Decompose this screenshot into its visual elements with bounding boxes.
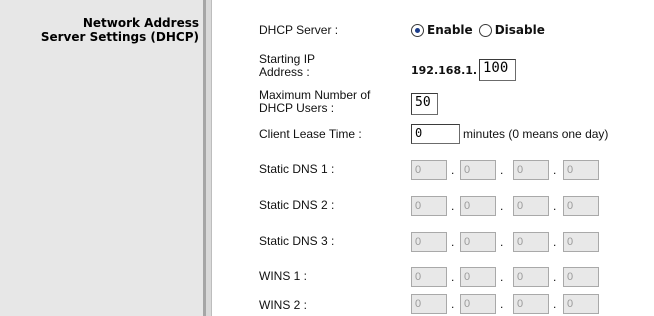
static-dns-2-octet[interactable]: 0: [460, 196, 496, 216]
static-dns-1-octet[interactable]: 0: [563, 160, 599, 180]
wins-1-octet[interactable]: 0: [411, 267, 447, 287]
static-dns-2-octet[interactable]: 0: [411, 196, 447, 216]
wins-2-label: WINS 2 :: [259, 298, 308, 312]
dot-separator: .: [553, 270, 557, 284]
section-title: Network Address Server Settings (DHCP): [41, 16, 199, 44]
max-users-label-line2: DHCP Users :: [259, 101, 335, 115]
lease-time-input[interactable]: 0: [411, 124, 460, 144]
static-dns-2-label: Static DNS 2 :: [259, 198, 335, 212]
wins-1-label: WINS 1 :: [259, 269, 308, 283]
starting-ip-prefix: 192.168.1.: [411, 64, 478, 77]
disable-radio-label[interactable]: Disable: [495, 23, 545, 37]
max-users-label: Maximum Number of DHCP Users :: [259, 89, 370, 115]
starting-ip-input[interactable]: 100: [479, 59, 516, 81]
disable-radio[interactable]: [478, 23, 492, 37]
section-title-line1: Network Address: [82, 16, 199, 30]
static-dns-1-label: Static DNS 1 :: [259, 162, 335, 176]
wins-1-octet[interactable]: 0: [460, 267, 496, 287]
dot-separator: .: [500, 297, 504, 311]
dot-separator: .: [553, 199, 557, 213]
static-dns-1-octet[interactable]: 0: [411, 160, 447, 180]
dot-separator: .: [451, 235, 455, 249]
static-dns-1-octet[interactable]: 0: [513, 160, 549, 180]
dot-separator: .: [451, 199, 455, 213]
static-dns-3-label: Static DNS 3 :: [259, 234, 335, 248]
starting-ip-label-line2: Address :: [259, 65, 310, 79]
dot-separator: .: [553, 297, 557, 311]
dot-separator: .: [553, 235, 557, 249]
wins-2-octet[interactable]: 0: [411, 294, 447, 314]
dot-separator: .: [451, 297, 455, 311]
wins-2-octet[interactable]: 0: [460, 294, 496, 314]
wins-2-octet[interactable]: 0: [563, 294, 599, 314]
static-dns-1-octet[interactable]: 0: [460, 160, 496, 180]
dhcp-server-radio-group: Enable Disable: [411, 23, 551, 37]
dot-separator: .: [500, 270, 504, 284]
section-title-line2: Server Settings (DHCP): [40, 30, 199, 44]
dhcp-server-label: DHCP Server :: [259, 23, 339, 37]
dot-separator: .: [500, 199, 504, 213]
dot-separator: .: [500, 163, 504, 177]
enable-radio[interactable]: [411, 23, 424, 37]
lease-time-label: Client Lease Time :: [259, 127, 362, 141]
static-dns-2-octet[interactable]: 0: [563, 196, 599, 216]
dot-separator: .: [451, 270, 455, 284]
wins-1-octet[interactable]: 0: [513, 267, 549, 287]
enable-radio-label[interactable]: Enable: [427, 23, 473, 37]
wins-1-octet[interactable]: 0: [563, 267, 599, 287]
max-users-input[interactable]: 50: [411, 93, 438, 115]
static-dns-3-octet[interactable]: 0: [411, 232, 447, 252]
dot-separator: .: [553, 163, 557, 177]
dot-separator: .: [451, 163, 455, 177]
lease-time-unit: minutes (0 means one day): [463, 127, 609, 141]
starting-ip-label: Starting IP Address :: [259, 53, 315, 79]
static-dns-3-octet[interactable]: 0: [513, 232, 549, 252]
left-panel: Network Address Server Settings (DHCP): [0, 0, 203, 316]
wins-2-octet[interactable]: 0: [513, 294, 549, 314]
static-dns-2-octet[interactable]: 0: [513, 196, 549, 216]
dot-separator: .: [500, 235, 504, 249]
panel-divider-edge: [211, 0, 212, 316]
static-dns-3-octet[interactable]: 0: [460, 232, 496, 252]
static-dns-3-octet[interactable]: 0: [563, 232, 599, 252]
